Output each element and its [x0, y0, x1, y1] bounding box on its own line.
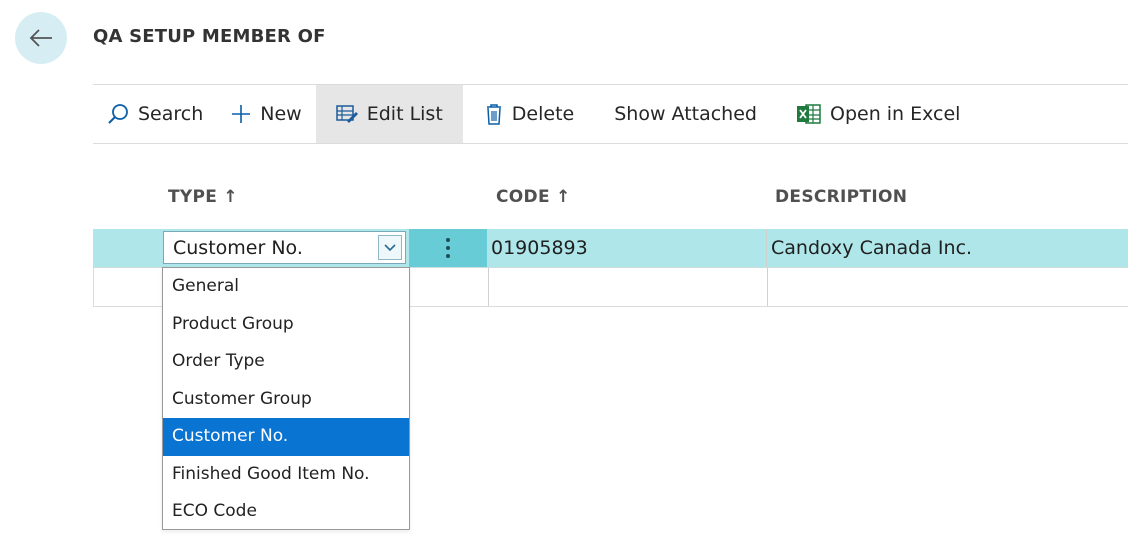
page: QA SETUP MEMBER OF Search New Edit List	[0, 0, 1128, 552]
edit-list-icon	[335, 105, 358, 123]
show-attached-button[interactable]: Show Attached	[588, 85, 771, 143]
table-row[interactable]: Customer No. 01905893 Candoxy Canada Inc…	[93, 229, 1128, 268]
open-in-excel-button[interactable]: Open in Excel	[771, 85, 974, 143]
dropdown-option-customer-group[interactable]: Customer Group	[163, 381, 409, 419]
search-icon	[108, 104, 128, 124]
new-button[interactable]: New	[217, 85, 315, 143]
trash-icon	[486, 104, 501, 125]
chevron-down-icon[interactable]	[378, 235, 402, 260]
edit-list-label: Edit List	[366, 103, 443, 125]
dropdown-option-general[interactable]: General	[163, 268, 409, 306]
dropdown-option-eco-code[interactable]: ECO Code	[163, 493, 409, 531]
show-attached-label: Show Attached	[614, 103, 757, 125]
open-in-excel-label: Open in Excel	[829, 103, 961, 125]
cell-divider	[488, 268, 489, 306]
plus-icon	[232, 105, 251, 123]
column-header-description[interactable]: DESCRIPTION	[775, 187, 907, 207]
action-bar: Search New Edit List Delete Show Attache…	[93, 84, 1128, 144]
dropdown-option-finished-good-item-no[interactable]: Finished Good Item No.	[163, 456, 409, 494]
type-dropdown-list: General Product Group Order Type Custome…	[162, 267, 410, 530]
more-vertical-icon	[446, 238, 450, 258]
type-select[interactable]: Customer No.	[163, 231, 406, 264]
type-select-value: Customer No.	[173, 237, 303, 259]
arrow-left-icon	[29, 29, 52, 47]
page-title: QA SETUP MEMBER OF	[93, 26, 326, 47]
description-cell[interactable]: Candoxy Canada Inc.	[771, 237, 972, 259]
code-cell[interactable]: 01905893	[491, 237, 588, 259]
column-header-code[interactable]: CODE ↑	[496, 187, 571, 207]
excel-icon	[796, 104, 821, 124]
edit-list-button[interactable]: Edit List	[315, 85, 463, 143]
dropdown-option-order-type[interactable]: Order Type	[163, 343, 409, 381]
cell-divider	[766, 229, 767, 267]
back-button[interactable]	[15, 12, 67, 64]
delete-label: Delete	[511, 103, 575, 125]
column-header-type[interactable]: TYPE ↑	[168, 187, 238, 207]
dropdown-option-product-group[interactable]: Product Group	[163, 306, 409, 344]
row-more-options-button[interactable]	[409, 229, 487, 267]
cell-divider	[767, 268, 768, 306]
new-label: New	[260, 103, 302, 125]
search-label: Search	[138, 103, 204, 125]
dropdown-option-customer-no[interactable]: Customer No.	[163, 418, 409, 456]
search-button[interactable]: Search	[93, 85, 217, 143]
delete-button[interactable]: Delete	[463, 85, 588, 143]
